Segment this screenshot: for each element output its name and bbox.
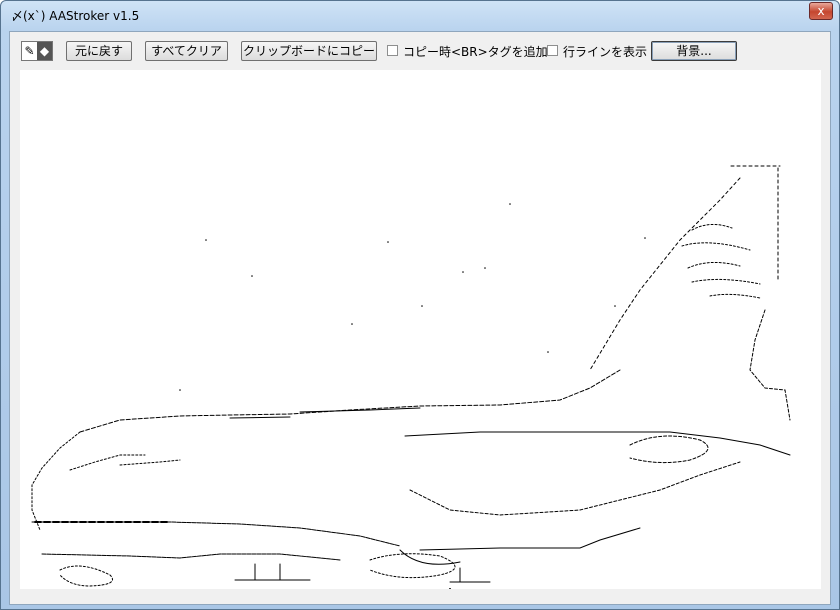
clear-all-button[interactable]: すべてクリア [145,41,228,61]
wing-leading-edge [399,527,641,565]
wing-lower [409,461,741,516]
client-area: ✎ ◆ 元に戻す すべてクリア クリップボードにコピー コピー時<BR>タグを追… [9,31,831,605]
wing-upper [404,431,791,456]
tail-trailing-edge [749,309,791,421]
landing-gear-nose [59,565,113,587]
undo-button[interactable]: 元に戻す [66,41,132,61]
engine-nacelle [369,553,456,579]
stray-dots [179,203,646,391]
br-tag-checkbox[interactable] [387,45,398,56]
tool-toggle[interactable]: ✎ ◆ [21,41,53,61]
fuselage-roof-line [229,407,421,419]
wing-engine-1 [629,435,709,464]
fuselage-top [79,369,621,433]
eraser-icon[interactable]: ◆ [37,42,52,60]
background-button[interactable]: 背景... [651,41,737,61]
close-button[interactable]: x [809,2,833,20]
pencil-icon[interactable]: ✎ [22,42,37,60]
toolbar: ✎ ◆ 元に戻す すべてクリア クリップボードにコピー コピー時<BR>タグを追… [10,32,830,70]
drawing-canvas[interactable] [20,70,821,589]
close-icon: x [817,4,825,18]
nose-outline [31,431,81,531]
line-numbers-checkbox[interactable] [547,45,558,56]
ascii-art-drawing [31,165,791,589]
line-numbers-label[interactable]: 行ラインを表示 [563,43,647,60]
app-window: 〆(x`) AAStroker v1.5 x ✎ ◆ 元に戻す すべてクリア ク… [0,0,840,610]
engine-label-glyphs [449,588,451,589]
cockpit-window [69,454,181,471]
tail-fin-outline [589,165,781,371]
br-tag-label[interactable]: コピー時<BR>タグを追加 [403,43,548,60]
tail-logo-marks [681,224,761,299]
title-bar[interactable]: 〆(x`) AAStroker v1.5 x [1,1,839,31]
landing-gear-rear [449,567,491,583]
landing-gear-main [234,563,311,581]
fuselage-bottom [31,521,401,561]
window-title: 〆(x`) AAStroker v1.5 [11,9,140,23]
copy-to-clipboard-button[interactable]: クリップボードにコピー [241,41,377,61]
